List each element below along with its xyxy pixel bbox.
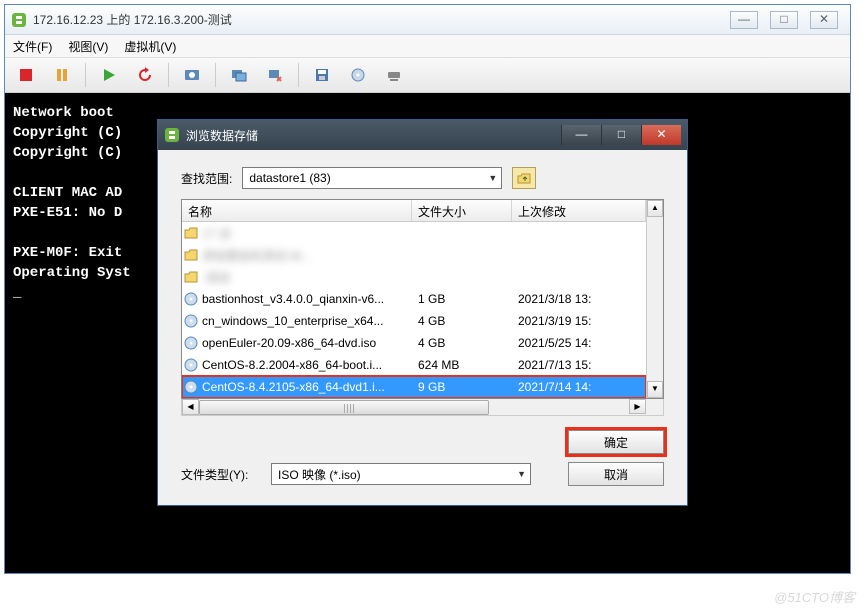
file-list: 名称 文件大小 上次修改 17 试 添加堡垒机测试-W... -测试 bastio…	[181, 199, 664, 399]
col-modified[interactable]: 上次修改	[512, 200, 646, 221]
file-name: openEuler-20.09-x86_64-dvd.iso	[200, 336, 412, 350]
filetype-combo[interactable]: ISO 映像 (*.iso)	[271, 463, 531, 485]
file-name: 添加堡垒机测试-W...	[200, 247, 412, 264]
file-name: CentOS-8.4.2105-x86_64-dvd1.i...	[200, 380, 412, 394]
network-button[interactable]	[381, 62, 407, 88]
snapshot-button[interactable]	[179, 62, 205, 88]
scroll-right-icon[interactable]: ▶	[629, 399, 646, 414]
list-header: 名称 文件大小 上次修改	[182, 200, 646, 222]
file-modified: 2021/3/19 15:	[512, 314, 646, 328]
disc-icon	[182, 292, 200, 306]
up-folder-button[interactable]	[512, 167, 536, 189]
file-size: 1 GB	[412, 292, 512, 306]
floppy-button[interactable]	[309, 62, 335, 88]
horizontal-scrollbar[interactable]: ◀ ▶	[181, 399, 664, 416]
cancel-button[interactable]: 取消	[568, 462, 664, 486]
disc-icon	[182, 358, 200, 372]
toolbar	[5, 57, 850, 93]
menu-file[interactable]: 文件(F)	[13, 38, 52, 55]
file-name: 17 试	[200, 225, 412, 242]
scroll-down-icon[interactable]: ▼	[647, 381, 663, 398]
disc-icon	[182, 336, 200, 350]
refresh-button[interactable]	[132, 62, 158, 88]
window-title: 172.16.12.23 上的 172.16.3.200-测试	[33, 11, 730, 28]
snapshot-mgr-button[interactable]	[226, 62, 252, 88]
file-size: 624 MB	[412, 358, 512, 372]
file-name: cn_windows_10_enterprise_x64...	[200, 314, 412, 328]
pause-button[interactable]	[49, 62, 75, 88]
file-modified: 2021/5/25 14:	[512, 336, 646, 350]
file-size: 4 GB	[412, 336, 512, 350]
vertical-scrollbar[interactable]: ▲ ▼	[646, 200, 663, 398]
menu-view[interactable]: 视图(V)	[68, 38, 108, 55]
file-modified: 2021/7/13 15:	[512, 358, 646, 372]
col-size[interactable]: 文件大小	[412, 200, 512, 221]
disc-icon	[182, 380, 200, 394]
file-name: bastionhost_v3.4.0.0_qianxin-v6...	[200, 292, 412, 306]
list-item[interactable]: CentOS-8.2.2004-x86_64-boot.i...624 MB20…	[182, 354, 646, 376]
maximize-button[interactable]: □	[770, 11, 798, 29]
list-item[interactable]: CentOS-8.4.2105-x86_64-dvd1.i...9 GB2021…	[182, 376, 646, 398]
folder-icon	[182, 226, 200, 240]
cd-button[interactable]	[345, 62, 371, 88]
minimize-button[interactable]: —	[730, 11, 758, 29]
search-scope-label: 查找范围:	[181, 170, 232, 187]
dialog-title: 浏览数据存储	[186, 127, 561, 144]
stop-button[interactable]	[13, 62, 39, 88]
browse-datastore-dialog: 浏览数据存储 — □ ✕ 查找范围: datastore1 (83) 名称 文件…	[157, 119, 688, 506]
file-modified: 2021/7/14 14:	[512, 380, 646, 394]
separator	[215, 63, 216, 87]
vsphere-icon	[11, 12, 27, 28]
separator	[168, 63, 169, 87]
scroll-thumb[interactable]	[199, 400, 489, 415]
list-item[interactable]: -测试	[182, 266, 646, 288]
list-item[interactable]: openEuler-20.09-x86_64-dvd.iso4 GB2021/5…	[182, 332, 646, 354]
dialog-titlebar: 浏览数据存储 — □ ✕	[158, 120, 687, 150]
file-name: -测试	[200, 269, 412, 286]
scroll-up-icon[interactable]: ▲	[647, 200, 663, 217]
file-name: CentOS-8.2.2004-x86_64-boot.i...	[200, 358, 412, 372]
file-size: 9 GB	[412, 380, 512, 394]
filetype-label: 文件类型(Y):	[181, 466, 261, 483]
col-name[interactable]: 名称	[182, 200, 412, 221]
folder-icon	[182, 248, 200, 262]
separator	[298, 63, 299, 87]
dialog-close-button[interactable]: ✕	[641, 125, 681, 145]
dialog-minimize-button[interactable]: —	[561, 125, 601, 145]
search-scope-combo[interactable]: datastore1 (83)	[242, 167, 502, 189]
titlebar: 172.16.12.23 上的 172.16.3.200-测试 — □ ✕	[5, 5, 850, 35]
window-controls: — □ ✕	[730, 11, 838, 29]
folder-icon	[182, 270, 200, 284]
list-item[interactable]: 添加堡垒机测试-W...	[182, 244, 646, 266]
play-button[interactable]	[96, 62, 122, 88]
list-item[interactable]: bastionhost_v3.4.0.0_qianxin-v6...1 GB20…	[182, 288, 646, 310]
disc-icon	[182, 314, 200, 328]
menubar: 文件(F) 视图(V) 虚拟机(V)	[5, 35, 850, 57]
list-item[interactable]: 17 试	[182, 222, 646, 244]
separator	[85, 63, 86, 87]
vsphere-icon	[164, 127, 180, 143]
close-button[interactable]: ✕	[810, 11, 838, 29]
scroll-left-icon[interactable]: ◀	[182, 399, 199, 415]
menu-vm[interactable]: 虚拟机(V)	[124, 38, 176, 55]
dialog-maximize-button[interactable]: □	[601, 125, 641, 145]
revert-button[interactable]	[262, 62, 288, 88]
file-modified: 2021/3/18 13:	[512, 292, 646, 306]
ok-button[interactable]: 确定	[568, 430, 664, 454]
file-size: 4 GB	[412, 314, 512, 328]
watermark: @51CTO博客	[774, 587, 855, 606]
list-item[interactable]: cn_windows_10_enterprise_x64...4 GB2021/…	[182, 310, 646, 332]
